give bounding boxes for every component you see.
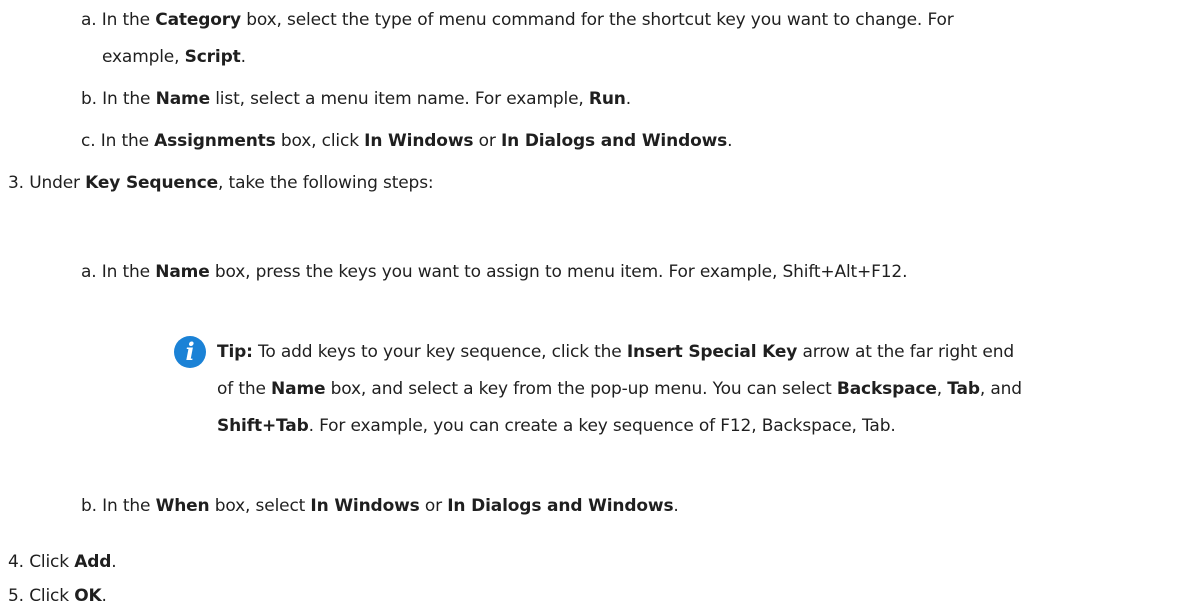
ui-term: Run: [588, 89, 626, 109]
list-marker: c.: [81, 131, 96, 151]
ui-term: In Windows: [364, 131, 474, 151]
text: , take the following steps:: [218, 173, 434, 193]
text: . For example, you can create a key sequ…: [308, 416, 896, 436]
ui-term: Backspace: [836, 379, 937, 399]
text: box, select: [209, 496, 311, 516]
text: example,: [102, 47, 185, 67]
ui-term: Key Sequence: [85, 173, 219, 193]
ui-term: When: [155, 496, 210, 516]
ui-term: In Dialogs and Windows: [447, 496, 674, 516]
info-i-icon: i: [174, 336, 206, 368]
text: .: [111, 552, 117, 572]
list-marker: a.: [81, 10, 97, 30]
text: or: [419, 496, 448, 516]
step-2b: b. In the Name list, select a menu item …: [81, 87, 631, 111]
ui-term: Script: [184, 47, 241, 67]
text: .: [240, 47, 246, 67]
ui-term: Insert Special Key: [626, 342, 798, 362]
text: In the: [100, 131, 155, 151]
text: Under: [29, 173, 86, 193]
step-3a: a. In the Name box, press the keys you w…: [81, 260, 908, 284]
ui-term: Name: [155, 89, 210, 109]
text: To add keys to your key sequence, click …: [252, 342, 627, 362]
text: .: [625, 89, 632, 109]
text: .: [101, 586, 107, 606]
ui-term: Shift+Tab: [217, 416, 309, 436]
list-marker: 5.: [8, 586, 24, 606]
text: box, click: [275, 131, 365, 151]
text: list, select a menu item name. For examp…: [209, 89, 589, 109]
ui-term: Add: [74, 552, 112, 572]
step-2c: c. In the Assignments box, click In Wind…: [81, 129, 733, 153]
ui-term: Name: [155, 262, 210, 282]
text: box, select the type of menu command for…: [240, 10, 954, 30]
tip-label: Tip:: [217, 342, 253, 362]
text: , and: [979, 379, 1022, 399]
tip-line-2: of the Name box, and select a key from t…: [217, 377, 1022, 401]
text: In the: [101, 10, 156, 30]
text: In the: [101, 262, 156, 282]
text: .: [727, 131, 733, 151]
text: arrow at the far right end: [797, 342, 1014, 362]
list-marker: 4.: [8, 552, 24, 572]
ui-term: In Dialogs and Windows: [500, 131, 728, 151]
text: ,: [936, 379, 948, 399]
ui-term: Tab: [947, 379, 980, 399]
step-5: 5. Click OK.: [8, 584, 107, 608]
tip-line-3: Shift+Tab. For example, you can create a…: [217, 414, 896, 438]
step-4: 4. Click Add.: [8, 550, 117, 574]
ui-term: Category: [155, 10, 241, 30]
text: box, press the keys you want to assign t…: [209, 262, 908, 282]
ui-term: Assignments: [154, 131, 276, 151]
step-3b: b. In the When box, select In Windows or…: [81, 494, 679, 518]
text: of the: [217, 379, 272, 399]
ui-term: OK: [74, 586, 102, 606]
ui-term: Name: [271, 379, 326, 399]
tip-line-1: Tip: To add keys to your key sequence, c…: [217, 340, 1014, 364]
list-marker: b.: [81, 89, 97, 109]
text: Click: [29, 586, 75, 606]
step-3: 3. Under Key Sequence, take the followin…: [8, 171, 434, 195]
step-2a-line-2: example, Script.: [102, 45, 246, 69]
list-marker: 3.: [8, 173, 24, 193]
ui-term: In Windows: [310, 496, 420, 516]
text: In the: [102, 89, 156, 109]
list-marker: b.: [81, 496, 97, 516]
text: box, and select a key from the pop-up me…: [325, 379, 837, 399]
list-marker: a.: [81, 262, 97, 282]
text: Click: [29, 552, 75, 572]
text: .: [673, 496, 679, 516]
step-2a-line-1: a. In the Category box, select the type …: [81, 8, 954, 32]
text: In the: [102, 496, 156, 516]
text: or: [473, 131, 501, 151]
